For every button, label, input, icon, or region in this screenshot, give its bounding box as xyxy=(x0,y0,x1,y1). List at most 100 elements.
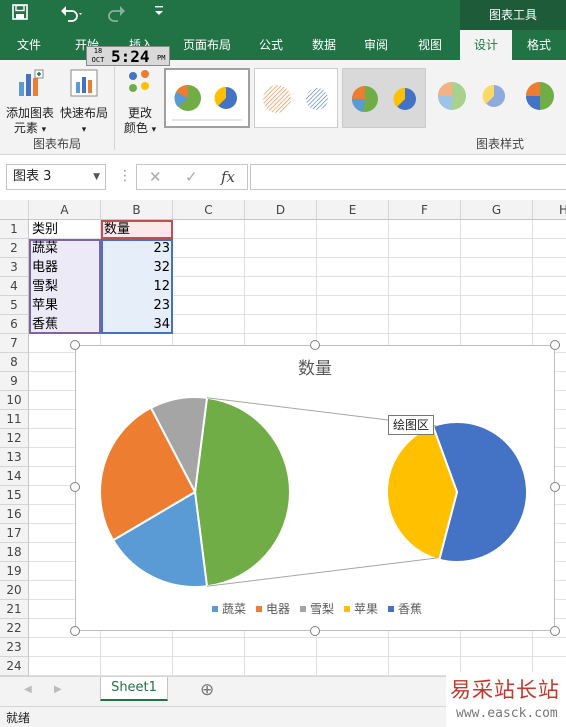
cancel-icon[interactable]: ✕ xyxy=(149,168,162,186)
table-cell[interactable]: 苹果 xyxy=(29,296,101,315)
chart-title[interactable]: 数量 xyxy=(298,359,332,378)
header-cell[interactable]: 类别 xyxy=(29,220,101,239)
row-header-23[interactable]: 23 xyxy=(0,638,29,657)
customize-icon[interactable] xyxy=(154,4,164,26)
table-cell[interactable]: 蔬菜 xyxy=(29,239,101,258)
legend-marker-2[interactable] xyxy=(300,606,306,612)
chart-style-3[interactable] xyxy=(342,68,426,128)
table-cell[interactable]: 23 xyxy=(101,239,173,258)
legend-marker-0[interactable] xyxy=(212,606,218,612)
row-header-4[interactable]: 4 xyxy=(0,277,29,296)
formula-input[interactable] xyxy=(250,164,566,190)
sheet-tab-sheet1[interactable]: Sheet1 xyxy=(100,677,168,701)
row-header-6[interactable]: 6 xyxy=(0,315,29,334)
row-header-16[interactable]: 16 xyxy=(0,505,29,524)
legend-label-4[interactable]: 香蕉 xyxy=(398,602,422,616)
row-header-17[interactable]: 17 xyxy=(0,524,29,543)
tab-data[interactable]: 数据 xyxy=(300,30,348,60)
column-header-e[interactable]: E xyxy=(317,200,389,220)
enter-icon[interactable]: ✓ xyxy=(185,168,198,186)
header-cell[interactable]: 数量 xyxy=(101,220,173,239)
row-header-22[interactable]: 22 xyxy=(0,619,29,638)
row-header-9[interactable]: 9 xyxy=(0,372,29,391)
table-cell[interactable]: 香蕉 xyxy=(29,315,101,334)
insert-function-icon[interactable]: fx xyxy=(221,168,235,186)
row-header-11[interactable]: 11 xyxy=(0,410,29,429)
scroll-left-icon[interactable]: ◀ xyxy=(24,684,32,695)
column-header-d[interactable]: D xyxy=(245,200,317,220)
resize-handle-tr[interactable] xyxy=(550,340,560,350)
column-header-a[interactable]: A xyxy=(29,200,101,220)
row-header-1[interactable]: 1 xyxy=(0,220,29,239)
column-header-b[interactable]: B xyxy=(101,200,173,220)
row-header-2[interactable]: 2 xyxy=(0,239,29,258)
legend-marker-1[interactable] xyxy=(256,606,262,612)
row-header-24[interactable]: 24 xyxy=(0,657,29,676)
row-header-21[interactable]: 21 xyxy=(0,600,29,619)
redo-icon[interactable] xyxy=(106,4,130,28)
formula-buttons: ✕ ✓ fx xyxy=(136,164,248,190)
tab-formulas[interactable]: 公式 xyxy=(246,30,296,60)
row-header-20[interactable]: 20 xyxy=(0,581,29,600)
splitter-icon[interactable]: ⋮ xyxy=(118,168,132,184)
table-cell[interactable]: 电器 xyxy=(29,258,101,277)
legend-marker-4[interactable] xyxy=(388,606,394,612)
row-header-18[interactable]: 18 xyxy=(0,543,29,562)
grid-row-line xyxy=(29,656,566,657)
row-header-15[interactable]: 15 xyxy=(0,486,29,505)
tab-page-layout[interactable]: 页面布局 xyxy=(172,30,242,60)
name-box[interactable]: 图表 3 ▼ xyxy=(6,164,106,190)
resize-handle-b[interactable] xyxy=(310,626,320,636)
resize-handle-l[interactable] xyxy=(70,482,80,492)
legend-label-1[interactable]: 电器 xyxy=(266,602,290,616)
tab-view[interactable]: 视图 xyxy=(406,30,454,60)
table-cell[interactable]: 34 xyxy=(101,315,173,334)
row-header-8[interactable]: 8 xyxy=(0,353,29,372)
add-chart-element-button[interactable]: 添加图表 元素 ▾ xyxy=(4,68,56,138)
column-header-g[interactable]: G xyxy=(461,200,533,220)
table-cell[interactable]: 32 xyxy=(101,258,173,277)
legend-label-3[interactable]: 苹果 xyxy=(354,602,378,616)
chart-style-5[interactable] xyxy=(518,68,566,128)
chart-style-4[interactable] xyxy=(430,68,516,128)
legend-label-2[interactable]: 雪梨 xyxy=(310,602,334,616)
chart-area[interactable]: 数量 蔬菜 电器 雪梨 苹果 香蕉 绘图区 xyxy=(75,345,555,631)
row-header-14[interactable]: 14 xyxy=(0,467,29,486)
legend-label-0[interactable]: 蔬菜 xyxy=(222,602,246,616)
quick-layout-button[interactable]: 快速布局 ▾ xyxy=(58,68,110,138)
tab-format[interactable]: 格式 xyxy=(514,30,564,60)
pie-slice-other[interactable] xyxy=(193,396,291,588)
chart-style-2[interactable] xyxy=(254,68,338,128)
add-chart-element-icon xyxy=(4,68,56,102)
tab-design[interactable]: 设计 xyxy=(460,30,512,60)
resize-handle-br[interactable] xyxy=(550,626,560,636)
table-cell[interactable]: 23 xyxy=(101,296,173,315)
resize-handle-bl[interactable] xyxy=(70,626,80,636)
column-header-f[interactable]: F xyxy=(389,200,461,220)
row-header-7[interactable]: 7 xyxy=(0,334,29,353)
resize-handle-r[interactable] xyxy=(550,482,560,492)
undo-icon[interactable] xyxy=(60,4,84,28)
column-header-c[interactable]: C xyxy=(173,200,245,220)
tab-review[interactable]: 审阅 xyxy=(352,30,400,60)
row-header-10[interactable]: 10 xyxy=(0,391,29,410)
row-header-19[interactable]: 19 xyxy=(0,562,29,581)
table-cell[interactable]: 12 xyxy=(101,277,173,296)
change-colors-button[interactable]: 更改 颜色 ▾ xyxy=(118,68,162,138)
table-cell[interactable]: 雪梨 xyxy=(29,277,101,296)
save-icon[interactable] xyxy=(12,4,28,26)
legend-marker-3[interactable] xyxy=(344,606,350,612)
pie-of-pie-chart[interactable]: 数量蔬菜 电器 雪梨 苹果 香蕉 xyxy=(76,346,554,630)
row-header-3[interactable]: 3 xyxy=(0,258,29,277)
resize-handle-tl[interactable] xyxy=(70,340,80,350)
row-header-13[interactable]: 13 xyxy=(0,448,29,467)
row-header-5[interactable]: 5 xyxy=(0,296,29,315)
row-header-12[interactable]: 12 xyxy=(0,429,29,448)
select-all-corner[interactable] xyxy=(0,200,29,220)
resize-handle-t[interactable] xyxy=(310,340,320,350)
chart-style-1[interactable] xyxy=(164,68,250,128)
scroll-right-icon[interactable]: ▶ xyxy=(54,684,62,695)
tab-file[interactable]: 文件 xyxy=(0,30,58,60)
column-header-h[interactable]: H xyxy=(533,200,566,220)
add-sheet-icon[interactable]: ⊕ xyxy=(200,680,214,700)
